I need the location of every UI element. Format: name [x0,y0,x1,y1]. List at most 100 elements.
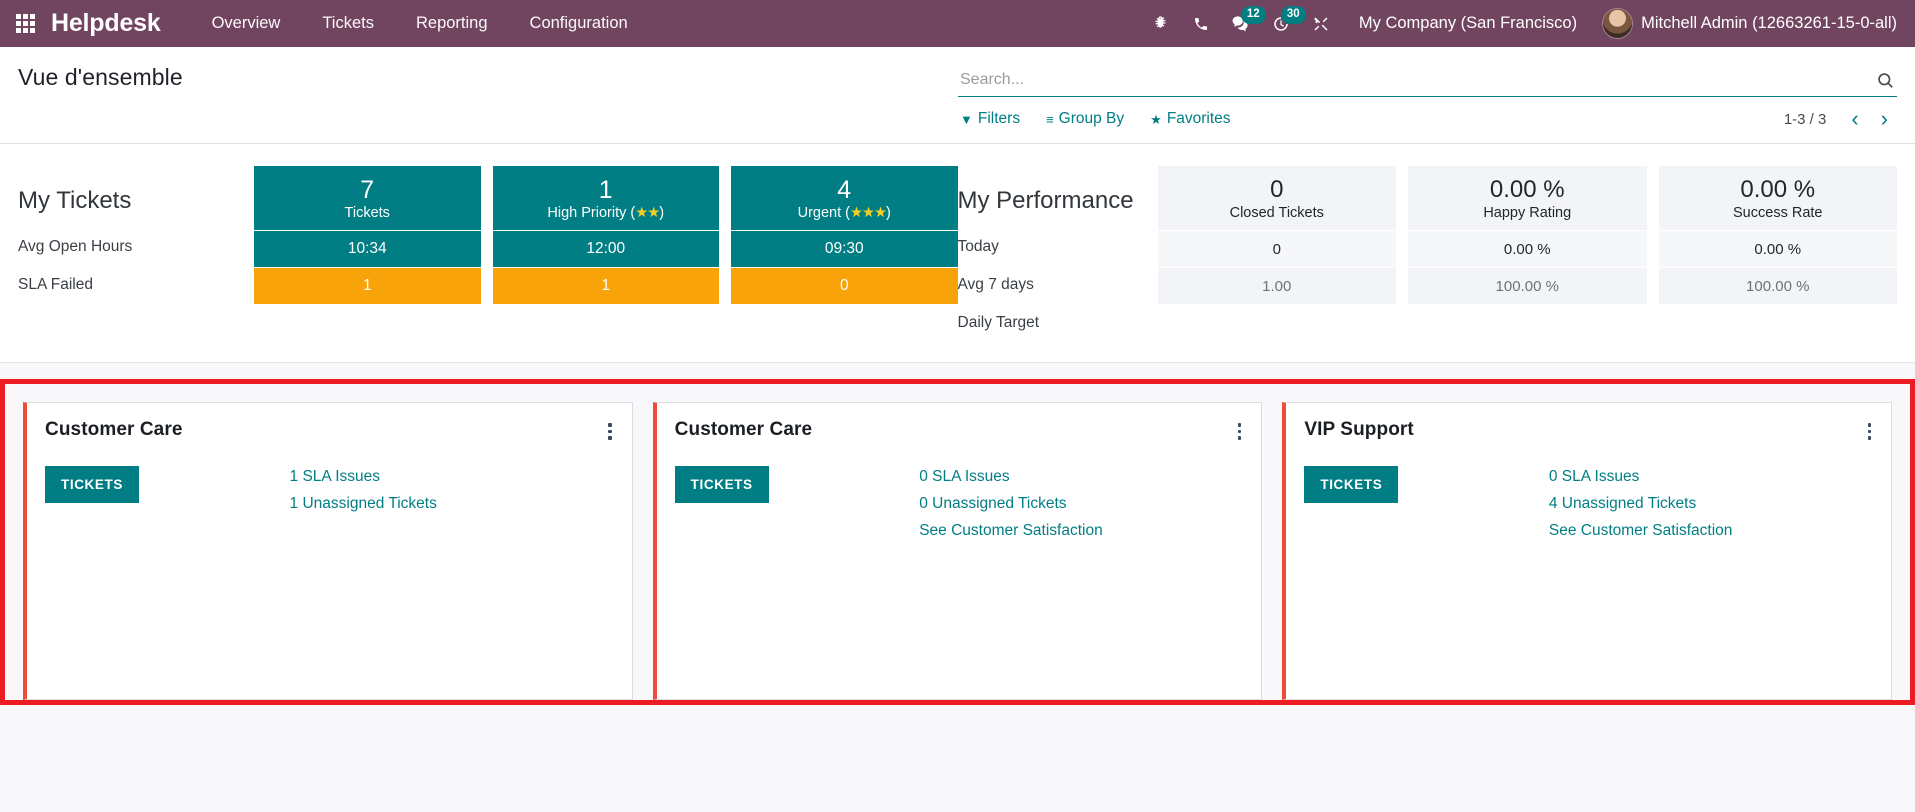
kebab-menu-icon[interactable] [1236,419,1244,444]
success-rate-avg-7-days: 0.00 % [1658,230,1897,267]
team-card[interactable]: Customer Care TICKETS 0 SLA Issues 0 Una… [652,402,1263,700]
closed-tickets-head[interactable]: 0 Closed Tickets [1157,166,1396,230]
app-brand-helpdesk[interactable]: Helpdesk [51,9,161,38]
pager-count: 1-3 / 3 [1783,110,1827,128]
happy-rating-label: Happy Rating [1483,204,1572,221]
link-customer-satisfaction[interactable]: See Customer Satisfaction [919,522,1103,540]
performance-column-success-rate: 0.00 % Success Rate 0.00 % 100.00 % [1658,166,1897,342]
tickets-total-label-text: Tickets [344,204,390,221]
messages-icon[interactable]: 12 [1221,4,1266,44]
navbar-right-group: 12 30 My Company (San Francisco) Mitchel… [1141,4,1901,44]
company-selector[interactable]: My Company (San Francisco) [1341,8,1591,39]
user-name: Mitchell Admin (12663261-15-0-all) [1641,14,1897,32]
happy-rating-daily-target: 100.00 % [1408,267,1647,304]
success-rate-head[interactable]: 0.00 % Success Rate [1658,166,1897,230]
pager-previous-icon[interactable]: ‹ [1842,108,1867,130]
tickets-urgent-label: Urgent (★★★) [797,204,891,221]
menu-item-overview[interactable]: Overview [191,8,302,39]
team-links: 0 SLA Issues 4 Unassigned Tickets See Cu… [1549,466,1873,540]
tickets-high-priority-label: High Priority (★★) [547,204,665,221]
pager-next-icon[interactable]: › [1872,108,1897,130]
team-card[interactable]: VIP Support TICKETS 0 SLA Issues 4 Unass… [1282,402,1893,700]
link-unassigned-tickets[interactable]: 4 Unassigned Tickets [1549,495,1696,513]
filter-bar: ▼ Filters ≡ Group By ★ Favorites 1-3 / 3… [958,106,1897,132]
kebab-menu-icon[interactable] [1866,419,1874,444]
team-card-header: VIP Support [1304,419,1873,444]
tickets-high-priority-avg-open-hours[interactable]: 12:00 [492,230,719,267]
stats-row: My Tickets Avg Open Hours SLA Failed 7 T… [0,144,1915,363]
favorites-button[interactable]: ★ Favorites [1148,106,1240,132]
my-performance-panel: My Performance Today Avg 7 days Daily Ta… [957,166,1897,342]
label-sla-failed: SLA Failed [18,276,93,293]
team-card[interactable]: Customer Care TICKETS 1 SLA Issues 1 Una… [23,402,633,700]
tickets-urgent-avg-open-hours[interactable]: 09:30 [731,230,958,267]
my-tickets-title: My Tickets [18,187,132,214]
happy-rating-head[interactable]: 0.00 % Happy Rating [1408,166,1647,230]
link-sla-issues[interactable]: 1 SLA Issues [290,468,380,486]
tickets-high-priority-sla-failed[interactable]: 1 [492,267,719,304]
link-customer-satisfaction[interactable]: See Customer Satisfaction [1549,522,1733,540]
filter-funnel-icon: ▼ [960,111,973,127]
tickets-column-total: 7 Tickets 10:34 1 [254,166,481,342]
team-card-header: Customer Care [45,419,614,444]
closed-tickets-daily-target: 1.00 [1157,267,1396,304]
apps-grid-icon[interactable] [16,14,35,33]
tickets-total-avg-open-hours[interactable]: 10:34 [254,230,481,267]
search-icon[interactable] [1870,71,1897,90]
success-rate-daily-target: 100.00 % [1658,267,1897,304]
team-name[interactable]: Customer Care [675,419,813,441]
tickets-button[interactable]: TICKETS [674,465,769,503]
tickets-urgent-sla-failed[interactable]: 0 [731,267,958,304]
kebab-menu-icon[interactable] [606,419,614,444]
phone-icon[interactable] [1181,4,1221,44]
tickets-button[interactable]: TICKETS [1304,465,1399,503]
performance-column-happy-rating: 0.00 % Happy Rating 0.00 % 100.00 % [1408,166,1647,342]
star-icon: ★ [1150,111,1162,127]
control-panel: Vue d'ensemble ▼ Filters ≡ Group By ★ Fa… [0,47,1915,144]
team-name[interactable]: Customer Care [45,419,183,441]
label-avg-7-days: Avg 7 days [957,276,1034,293]
my-tickets-columns: 7 Tickets 10:34 1 1 High Priority (★★) 1… [254,166,958,342]
menu-item-tickets[interactable]: Tickets [301,8,395,39]
my-performance-title: My Performance [957,187,1134,214]
link-sla-issues[interactable]: 0 SLA Issues [919,468,1009,486]
menu-item-reporting[interactable]: Reporting [395,8,509,39]
link-unassigned-tickets[interactable]: 0 Unassigned Tickets [919,495,1066,513]
tickets-button[interactable]: TICKETS [45,465,139,503]
team-card-body: TICKETS 0 SLA Issues 4 Unassigned Ticket… [1304,465,1873,540]
team-card-body: TICKETS 1 SLA Issues 1 Unassigned Ticket… [45,465,614,513]
team-card-header: Customer Care [675,419,1244,444]
tickets-urgent-head[interactable]: 4 Urgent (★★★) [731,166,958,230]
tickets-urgent-value: 4 [837,176,852,205]
tickets-high-priority-head[interactable]: 1 High Priority (★★) [492,166,719,230]
my-tickets-panel: My Tickets Avg Open Hours SLA Failed 7 T… [18,166,958,342]
pager: 1-3 / 3 ‹ › [1784,108,1897,130]
filters-button[interactable]: ▼ Filters [958,106,1030,132]
team-name[interactable]: VIP Support [1304,419,1413,441]
success-rate-value: 0.00 % [1740,176,1816,204]
tools-icon[interactable] [1301,4,1341,44]
tickets-column-urgent: 4 Urgent (★★★) 09:30 0 [731,166,958,342]
tickets-total-sla-failed[interactable]: 1 [254,267,481,304]
search-input[interactable] [958,69,1870,91]
my-performance-columns: 0 Closed Tickets 0 1.00 0.00 % Happy Rat… [1157,166,1897,342]
group-by-button[interactable]: ≡ Group By [1044,106,1134,132]
tickets-high-priority-value: 1 [598,176,613,205]
tickets-urgent-label-text: Urgent [797,204,842,221]
activity-clock-icon[interactable]: 30 [1261,4,1306,44]
user-menu[interactable]: Mitchell Admin (12663261-15-0-all) [1591,9,1901,38]
link-sla-issues[interactable]: 0 SLA Issues [1549,468,1639,486]
tickets-total-head[interactable]: 7 Tickets [254,166,481,230]
team-card-body: TICKETS 0 SLA Issues 0 Unassigned Ticket… [674,465,1244,540]
menu-item-configuration[interactable]: Configuration [509,8,649,39]
group-by-lines-icon: ≡ [1046,111,1054,127]
priority-stars-icon: ★★ [635,204,660,221]
link-unassigned-tickets[interactable]: 1 Unassigned Tickets [290,495,437,513]
page-title: Vue d'ensemble [18,64,183,90]
tickets-total-label: Tickets [345,205,390,221]
favorites-label: Favorites [1166,110,1231,127]
bug-icon[interactable] [1141,4,1181,44]
urgent-stars-icon: ★★★ [850,204,887,221]
tickets-high-priority-label-text: High Priority [547,204,627,221]
avatar [1603,9,1633,38]
